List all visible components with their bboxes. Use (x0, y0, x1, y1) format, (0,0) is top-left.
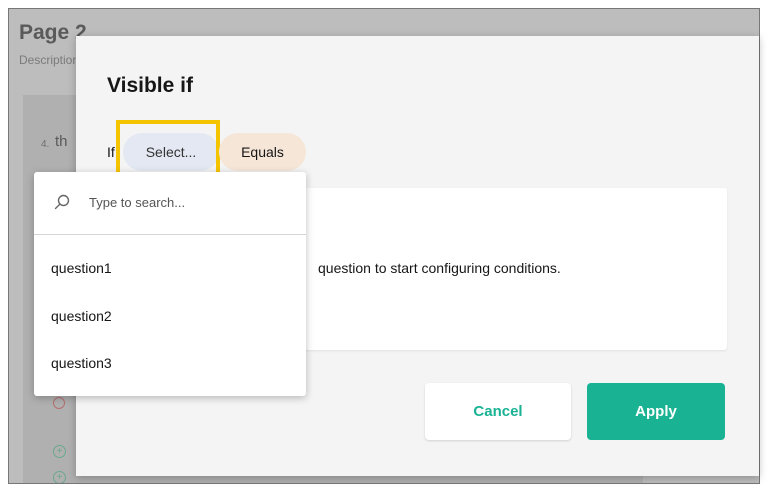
operator-select[interactable]: Equals (219, 133, 306, 171)
page-description: Description (19, 53, 80, 67)
if-label: If (107, 144, 115, 160)
add-icon: + (53, 445, 66, 458)
question-title: th (55, 133, 68, 150)
option-question2[interactable]: question2 (34, 294, 306, 338)
remove-icon (53, 397, 65, 409)
option-question1[interactable]: question1 (34, 246, 306, 290)
question-dropdown: question1 question2 question3 (34, 172, 306, 396)
info-message: question to start configuring conditions… (318, 260, 561, 276)
add-icon: + (53, 471, 66, 483)
dialog-title: Visible if (107, 74, 193, 97)
search-row (34, 172, 306, 235)
cancel-button[interactable]: Cancel (425, 383, 571, 440)
apply-button[interactable]: Apply (587, 383, 725, 440)
question-number: 4. (41, 139, 50, 150)
option-question3[interactable]: question3 (34, 341, 306, 385)
search-icon (54, 194, 70, 210)
search-input[interactable] (89, 192, 289, 212)
highlight-box (116, 120, 220, 179)
